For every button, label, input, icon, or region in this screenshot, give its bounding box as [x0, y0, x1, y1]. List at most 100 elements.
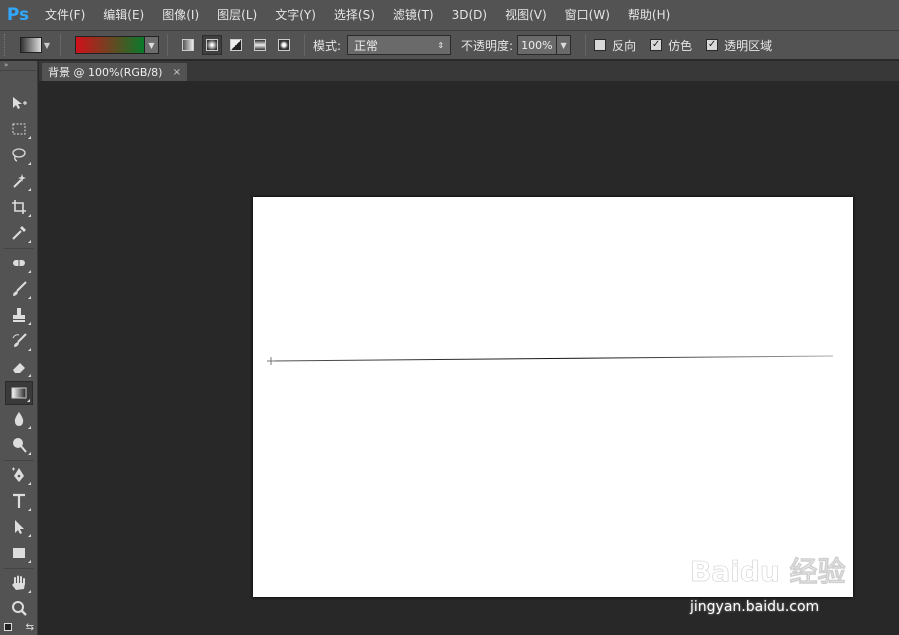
reverse-checkbox[interactable]: 反向	[594, 37, 636, 54]
clone-stamp-icon	[13, 308, 25, 322]
tool-preset-picker[interactable]	[20, 37, 42, 53]
lasso-tool[interactable]	[5, 143, 33, 167]
menu-view[interactable]: 视图(V)	[496, 0, 556, 30]
path-selection-tool[interactable]	[5, 515, 33, 539]
dither-label: 仿色	[668, 38, 693, 53]
gradient-tool[interactable]	[5, 381, 33, 405]
dither-checkbox[interactable]: ✓ 仿色	[650, 37, 692, 54]
reflected-gradient-button[interactable]	[250, 35, 270, 55]
crop-icon	[12, 200, 26, 214]
zoom-tool[interactable]	[5, 597, 33, 621]
separator	[167, 34, 168, 56]
options-bar-grip[interactable]	[4, 34, 14, 56]
swap-colors-icon[interactable]: ⇆	[26, 622, 34, 633]
photoshop-logo: Ps	[6, 5, 30, 25]
default-colors-icon[interactable]	[4, 623, 12, 631]
angle-gradient-icon	[230, 39, 242, 51]
transparency-checkbox[interactable]: ✓ 透明区域	[706, 37, 772, 54]
baidu-logo-text: Baidu 经验	[690, 555, 846, 588]
angle-gradient-button[interactable]	[226, 35, 246, 55]
brush-icon	[13, 281, 27, 296]
close-document-icon[interactable]: ×	[173, 67, 181, 78]
menu-bar: Ps 文件(F) 编辑(E) 图像(I) 图层(L) 文字(Y) 选择(S) 滤…	[0, 0, 899, 30]
eraser-icon	[13, 363, 25, 373]
eyedropper-tool[interactable]	[5, 221, 33, 245]
document-tab-bar: 背景 @ 100%(RGB/8) ×	[39, 61, 899, 81]
menu-filter[interactable]: 滤镜(T)	[384, 0, 443, 30]
select-arrows-icon: ⇕	[437, 40, 445, 50]
gradient-icon	[11, 387, 27, 399]
move-tool[interactable]	[5, 91, 33, 115]
toolbox: » ⇆	[0, 61, 38, 635]
dither-checkbox-box[interactable]: ✓	[650, 39, 663, 51]
crop-tool[interactable]	[5, 195, 33, 219]
menu-3d[interactable]: 3D(D)	[443, 0, 496, 30]
menu-edit[interactable]: 编辑(E)	[94, 0, 153, 30]
blend-mode-value: 正常	[354, 38, 379, 53]
healing-brush-tool[interactable]	[5, 251, 33, 275]
crosshair-cursor-icon	[267, 357, 275, 365]
zoom-icon	[12, 601, 27, 616]
watermark-url: jingyan.baidu.com	[690, 599, 820, 615]
options-bar: ▼ ▼ 模式: 正常 ⇕ 不透明度: 100% ▼ 反向 ✓ 仿色 ✓ 透明区域	[0, 30, 899, 60]
linear-gradient-button[interactable]	[178, 35, 198, 55]
document-tab-title: 背景 @ 100%(RGB/8)	[48, 66, 163, 79]
path-selection-icon	[15, 520, 24, 534]
radial-gradient-button[interactable]	[202, 35, 222, 55]
type-icon	[13, 493, 25, 508]
separator	[585, 34, 587, 56]
menu-select[interactable]: 选择(S)	[325, 0, 384, 30]
pen-icon	[12, 467, 24, 482]
hand-icon	[12, 575, 25, 590]
clone-stamp-tool[interactable]	[5, 303, 33, 327]
reverse-label: 反向	[612, 38, 637, 53]
gradient-editor-preview[interactable]	[75, 36, 145, 54]
menu-image[interactable]: 图像(I)	[153, 0, 208, 30]
healing-brush-icon	[13, 260, 25, 266]
opacity-label: 不透明度:	[461, 38, 514, 53]
toolbox-collapse-icon[interactable]: »	[0, 61, 37, 71]
menu-window[interactable]: 窗口(W)	[556, 0, 619, 30]
opacity-slider-dropdown-icon[interactable]: ▼	[557, 35, 572, 55]
baidu-watermark: Baidu 经验 jingyan.baidu.com	[690, 535, 890, 615]
history-brush-icon	[12, 333, 27, 347]
magic-wand-tool[interactable]	[5, 169, 33, 193]
mode-label: 模式:	[313, 38, 342, 53]
diamond-gradient-button[interactable]	[274, 35, 294, 55]
brush-tool[interactable]	[5, 277, 33, 301]
dodge-icon	[13, 438, 27, 453]
document-tab[interactable]: 背景 @ 100%(RGB/8) ×	[42, 63, 187, 81]
rectangle-tool[interactable]	[5, 541, 33, 565]
magic-wand-icon	[13, 174, 26, 188]
linear-gradient-icon	[182, 39, 194, 51]
marquee-tool[interactable]	[5, 117, 33, 141]
baidu-paw-logo: Baidu 经验	[690, 539, 846, 588]
blend-mode-select[interactable]: 正常 ⇕	[347, 35, 452, 55]
reverse-checkbox-box[interactable]	[594, 39, 607, 51]
blur-tool[interactable]	[5, 407, 33, 431]
pen-tool[interactable]	[5, 463, 33, 487]
rectangular-marquee-icon	[12, 123, 26, 135]
hand-tool[interactable]	[5, 571, 33, 595]
transparency-checkbox-box[interactable]: ✓	[706, 39, 719, 51]
tool-preset-dropdown-icon[interactable]: ▼	[42, 37, 52, 53]
separator	[304, 34, 305, 56]
menu-layer[interactable]: 图层(L)	[208, 0, 266, 30]
menu-type[interactable]: 文字(Y)	[266, 0, 325, 30]
history-brush-tool[interactable]	[5, 329, 33, 353]
lasso-icon	[12, 148, 26, 162]
blur-drop-icon	[14, 412, 24, 426]
eraser-tool[interactable]	[5, 355, 33, 379]
menu-file[interactable]: 文件(F)	[36, 0, 94, 30]
rectangle-shape-icon	[13, 548, 25, 558]
gradient-picker-dropdown-icon[interactable]: ▼	[145, 36, 159, 54]
color-swatch-controls: ⇆	[4, 621, 34, 633]
reflected-gradient-icon	[254, 39, 266, 51]
menu-help[interactable]: 帮助(H)	[619, 0, 679, 30]
type-tool[interactable]	[5, 489, 33, 513]
eyedropper-icon	[12, 226, 26, 240]
radial-gradient-icon	[206, 39, 218, 51]
opacity-input[interactable]: 100%	[517, 35, 558, 55]
dodge-tool[interactable]	[5, 433, 33, 457]
move-icon	[13, 97, 27, 109]
